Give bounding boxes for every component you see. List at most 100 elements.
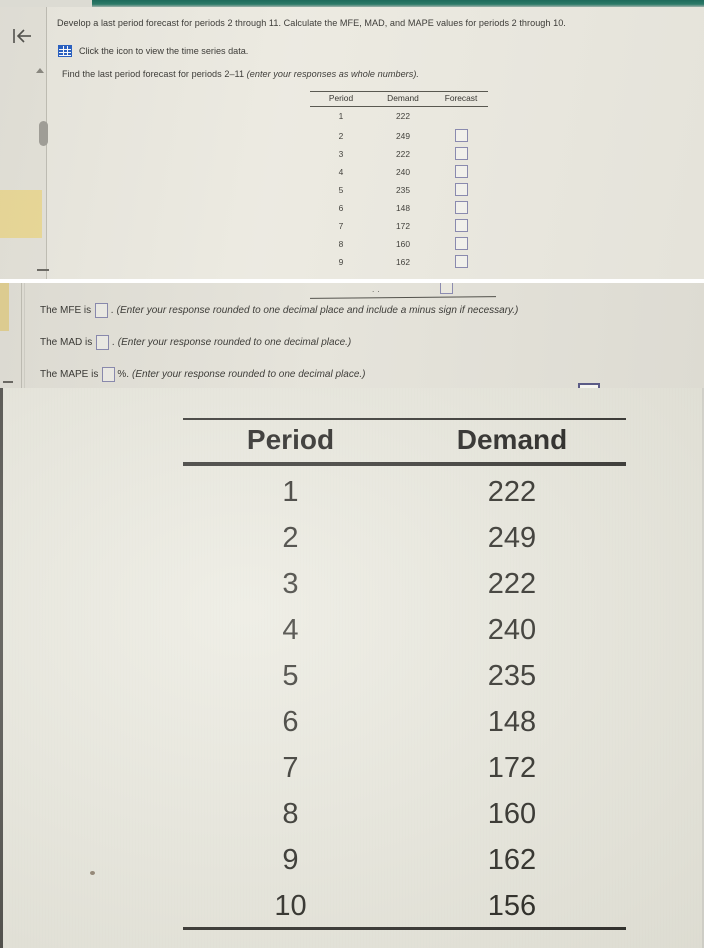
mape-percent-sign: %.	[117, 369, 130, 380]
table-rule-top	[310, 91, 488, 92]
problem-screenshot-panel: Develop a last period forecast for perio…	[0, 7, 704, 279]
cell-demand: 160	[487, 798, 537, 830]
cell-demand: 222	[487, 476, 537, 508]
cell-period: 4	[282, 614, 299, 646]
cell-demand: 172	[396, 220, 410, 231]
forecast-input[interactable]	[454, 129, 468, 142]
cell-period: 6	[282, 706, 299, 738]
instruction-italic: (enter your responses as whole numbers).	[246, 69, 420, 79]
table-row: 6 148	[183, 706, 626, 739]
table-row: 4 240	[310, 165, 488, 178]
table-row: 2 249	[183, 522, 626, 555]
photo-left-edge	[0, 388, 3, 948]
vertical-scrollbar-thumb[interactable]	[39, 121, 48, 146]
forecast-input[interactable]	[454, 201, 468, 214]
forecast-input[interactable]	[454, 183, 468, 196]
cell-period: 5	[338, 184, 344, 195]
cell-demand: 249	[396, 130, 410, 141]
forecast-input[interactable]	[454, 255, 468, 268]
col-header-forecast: Forecast	[444, 93, 478, 103]
cell-period: 9	[338, 256, 344, 267]
cell-forecast	[434, 201, 488, 214]
cell-forecast	[434, 129, 488, 142]
instruction-plain: Find the last period forecast for period…	[62, 69, 247, 79]
paper-speck	[90, 871, 95, 875]
table-row: 3 222	[310, 147, 488, 160]
cell-period: 8	[338, 238, 344, 249]
table-row: 2 249	[310, 129, 488, 142]
scroll-up-arrow-icon[interactable]	[36, 68, 44, 73]
cell-period: 7	[282, 752, 299, 784]
cell-period: 10	[274, 890, 307, 922]
cell-demand: 222	[487, 568, 537, 600]
cell-period: 6	[338, 202, 344, 213]
table-row: 5 235	[183, 660, 626, 693]
forecast-input[interactable]	[454, 237, 468, 250]
table-row: 9 162	[310, 255, 488, 268]
cell-demand: 240	[396, 166, 410, 177]
mad-input[interactable]	[96, 335, 110, 350]
cell-demand: 156	[487, 890, 537, 922]
table-row: 4 240	[183, 614, 626, 647]
forecast-input[interactable]	[454, 219, 468, 232]
big-table-rule-bottom	[183, 927, 626, 930]
mape-input[interactable]	[102, 367, 116, 382]
forecast-input[interactable]	[454, 147, 468, 160]
view-data-link[interactable]: Click the icon to view the time series d…	[58, 45, 248, 57]
cell-demand: 148	[487, 706, 537, 738]
cell-period: 8	[282, 798, 299, 830]
mfe-answer-line: The MFE is . (Enter your response rounde…	[40, 303, 518, 318]
yellow-highlight-strip	[0, 283, 9, 331]
cell-period: 5	[282, 660, 299, 692]
big-col-header-period: Period	[246, 424, 335, 455]
spreadsheet-grid-icon[interactable]	[58, 45, 72, 57]
table-row: 8 160	[183, 798, 626, 831]
mfe-input[interactable]	[95, 303, 109, 318]
table-row: 10 156	[183, 890, 626, 923]
cell-demand: 249	[487, 522, 537, 554]
problem-statement: Develop a last period forecast for perio…	[57, 18, 566, 28]
mad-answer-line: The MAD is . (Enter your response rounde…	[40, 335, 351, 350]
table-row: 9 162	[183, 844, 626, 877]
table-row: 7 172	[183, 752, 626, 785]
cell-forecast	[434, 237, 488, 250]
clipped-forecast-input[interactable]	[440, 283, 453, 294]
cell-demand: 240	[487, 614, 537, 646]
mape-hint: (Enter your response rounded to one deci…	[132, 369, 366, 380]
table-rule-header	[310, 106, 488, 107]
cell-demand: 172	[487, 752, 537, 784]
mfe-hint: . (Enter your response rounded to one de…	[111, 305, 519, 316]
cell-forecast	[434, 255, 488, 268]
cell-demand: 235	[396, 184, 410, 195]
table-row: 3 222	[183, 568, 626, 601]
mad-hint: . (Enter your response rounded to one de…	[112, 337, 352, 348]
big-table-rule-top	[183, 418, 626, 420]
cell-forecast	[434, 219, 488, 232]
rail-divider	[21, 283, 22, 388]
table-row: 7 172	[310, 219, 488, 232]
cell-period: 4	[338, 166, 344, 177]
clipped-table-rule-bottom	[309, 296, 497, 299]
rail-divider-secondary	[24, 283, 25, 388]
table-row: 1 222	[183, 476, 626, 509]
enlarged-table-photo: Period Demand 1 222 2 249 3 222 4 240 5 …	[0, 388, 704, 948]
view-data-link-label: Click the icon to view the time series d…	[79, 46, 249, 56]
cell-period: 9	[282, 844, 299, 876]
yellow-highlight-block	[0, 190, 42, 238]
cell-demand: 222	[396, 148, 410, 159]
cell-demand: 235	[487, 660, 537, 692]
big-table-rule-header	[183, 462, 626, 466]
table-row: 8 160	[310, 237, 488, 250]
mape-answer-line: The MAPE is %. (Enter your response roun…	[40, 367, 366, 382]
instruction-line: Find the last period forecast for period…	[62, 69, 419, 79]
mad-label: The MAD is	[40, 337, 93, 348]
cell-period: 7	[338, 220, 344, 231]
forecast-input[interactable]	[454, 165, 468, 178]
cell-period: 3	[282, 568, 299, 600]
cell-period: 2	[338, 130, 344, 141]
collapse-left-arrow-icon[interactable]	[10, 25, 36, 47]
table-row: 5 235	[310, 183, 488, 196]
mape-label: The MAPE is	[40, 369, 99, 380]
cell-demand: 160	[396, 238, 410, 249]
cell-period: 2	[282, 522, 299, 554]
